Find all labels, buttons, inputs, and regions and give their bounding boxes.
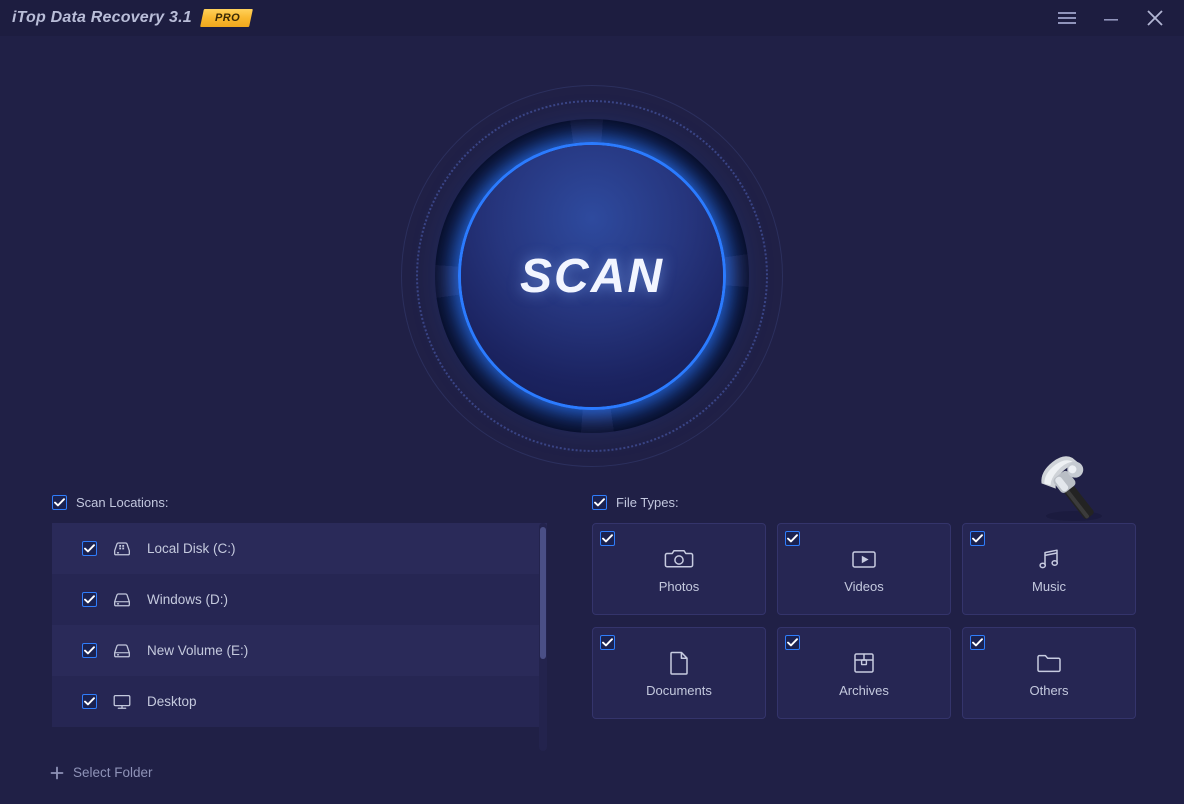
list-item-label: Desktop — [147, 694, 197, 709]
file-types-grid: Photos Videos Music Documents Archives O… — [592, 523, 1136, 719]
scan-locations-scrollbar[interactable] — [539, 523, 547, 751]
file-type-card-documents[interactable]: Documents — [592, 627, 766, 719]
list-item-label: Windows (D:) — [147, 592, 229, 607]
scan-area: SCAN — [0, 36, 1184, 521]
file-type-checkbox-music[interactable] — [970, 531, 985, 546]
archive-box-icon — [854, 653, 874, 673]
list-item-label: Local Disk (C:) — [147, 541, 236, 556]
folder-icon — [1037, 654, 1061, 673]
select-folder-button[interactable]: Select Folder — [50, 765, 190, 780]
list-item[interactable]: Windows (D:) — [52, 574, 547, 625]
drive-icon — [114, 592, 130, 606]
music-note-icon — [1039, 549, 1059, 569]
location-checkbox-desktop[interactable] — [82, 694, 97, 709]
file-type-checkbox-others[interactable] — [970, 635, 985, 650]
document-icon — [670, 651, 688, 675]
file-type-label: Documents — [646, 683, 712, 698]
file-type-card-archives[interactable]: Archives — [777, 627, 951, 719]
plus-icon — [50, 766, 64, 779]
scrollbar-thumb[interactable] — [540, 527, 546, 659]
file-type-label: Others — [1029, 683, 1069, 698]
camera-icon — [664, 549, 694, 568]
scan-locations-header: Scan Locations: — [52, 491, 547, 513]
scan-button[interactable]: SCAN — [461, 145, 723, 407]
list-item[interactable]: Local Disk (C:) — [52, 523, 547, 574]
close-icon[interactable] — [1144, 7, 1166, 29]
location-checkbox-c[interactable] — [82, 541, 97, 556]
select-folder-label: Select Folder — [73, 765, 153, 780]
file-type-card-others[interactable]: Others — [962, 627, 1136, 719]
file-type-checkbox-videos[interactable] — [785, 531, 800, 546]
scan-locations-list: Local Disk (C:) Windows (D:) New Volume … — [52, 523, 547, 751]
file-type-checkbox-archives[interactable] — [785, 635, 800, 650]
list-item[interactable]: Desktop — [52, 676, 547, 727]
scan-button-label: SCAN — [519, 249, 664, 303]
file-type-label: Videos — [844, 579, 884, 594]
file-type-label: Music — [1032, 579, 1066, 594]
file-types-label: File Types: — [616, 494, 679, 510]
file-types-checkbox[interactable] — [592, 494, 607, 510]
list-item[interactable]: New Volume (E:) — [52, 625, 547, 676]
scan-locations-label: Scan Locations: — [76, 494, 169, 510]
file-type-card-photos[interactable]: Photos — [592, 523, 766, 615]
selection-panels: Scan Locations: Local Disk (C:) Windows … — [0, 491, 1184, 804]
app-window: iTop Data Recovery 3.1 PRO SCAN Scan Loc… — [0, 0, 1184, 804]
scan-locations-checkbox[interactable] — [52, 494, 67, 510]
drive-icon — [114, 643, 130, 657]
file-type-card-music[interactable]: Music — [962, 523, 1136, 615]
video-play-icon — [852, 551, 876, 568]
file-type-card-videos[interactable]: Videos — [777, 523, 951, 615]
file-type-checkbox-photos[interactable] — [600, 531, 615, 546]
file-types-header: File Types: — [592, 491, 1132, 513]
minimize-icon[interactable] — [1100, 7, 1122, 29]
list-item-label: New Volume (E:) — [147, 643, 249, 658]
file-type-checkbox-documents[interactable] — [600, 635, 615, 650]
title-bar: iTop Data Recovery 3.1 PRO — [0, 0, 1184, 36]
menu-icon[interactable] — [1056, 7, 1078, 29]
scan-dial: SCAN — [397, 81, 787, 471]
hard-disk-icon — [114, 541, 130, 555]
pro-badge-label: PRO — [214, 12, 240, 24]
file-type-label: Archives — [839, 683, 889, 698]
file-types-panel: File Types: Photos Videos Music Document… — [592, 491, 1136, 719]
location-checkbox-e[interactable] — [82, 643, 97, 658]
file-type-label: Photos — [658, 579, 700, 594]
location-checkbox-d[interactable] — [82, 592, 97, 607]
app-title: iTop Data Recovery 3.1 — [12, 9, 192, 26]
window-controls — [1056, 7, 1184, 29]
monitor-icon — [113, 694, 131, 709]
scan-locations-panel: Scan Locations: Local Disk (C:) Windows … — [50, 491, 547, 780]
pro-badge: PRO — [199, 9, 253, 27]
